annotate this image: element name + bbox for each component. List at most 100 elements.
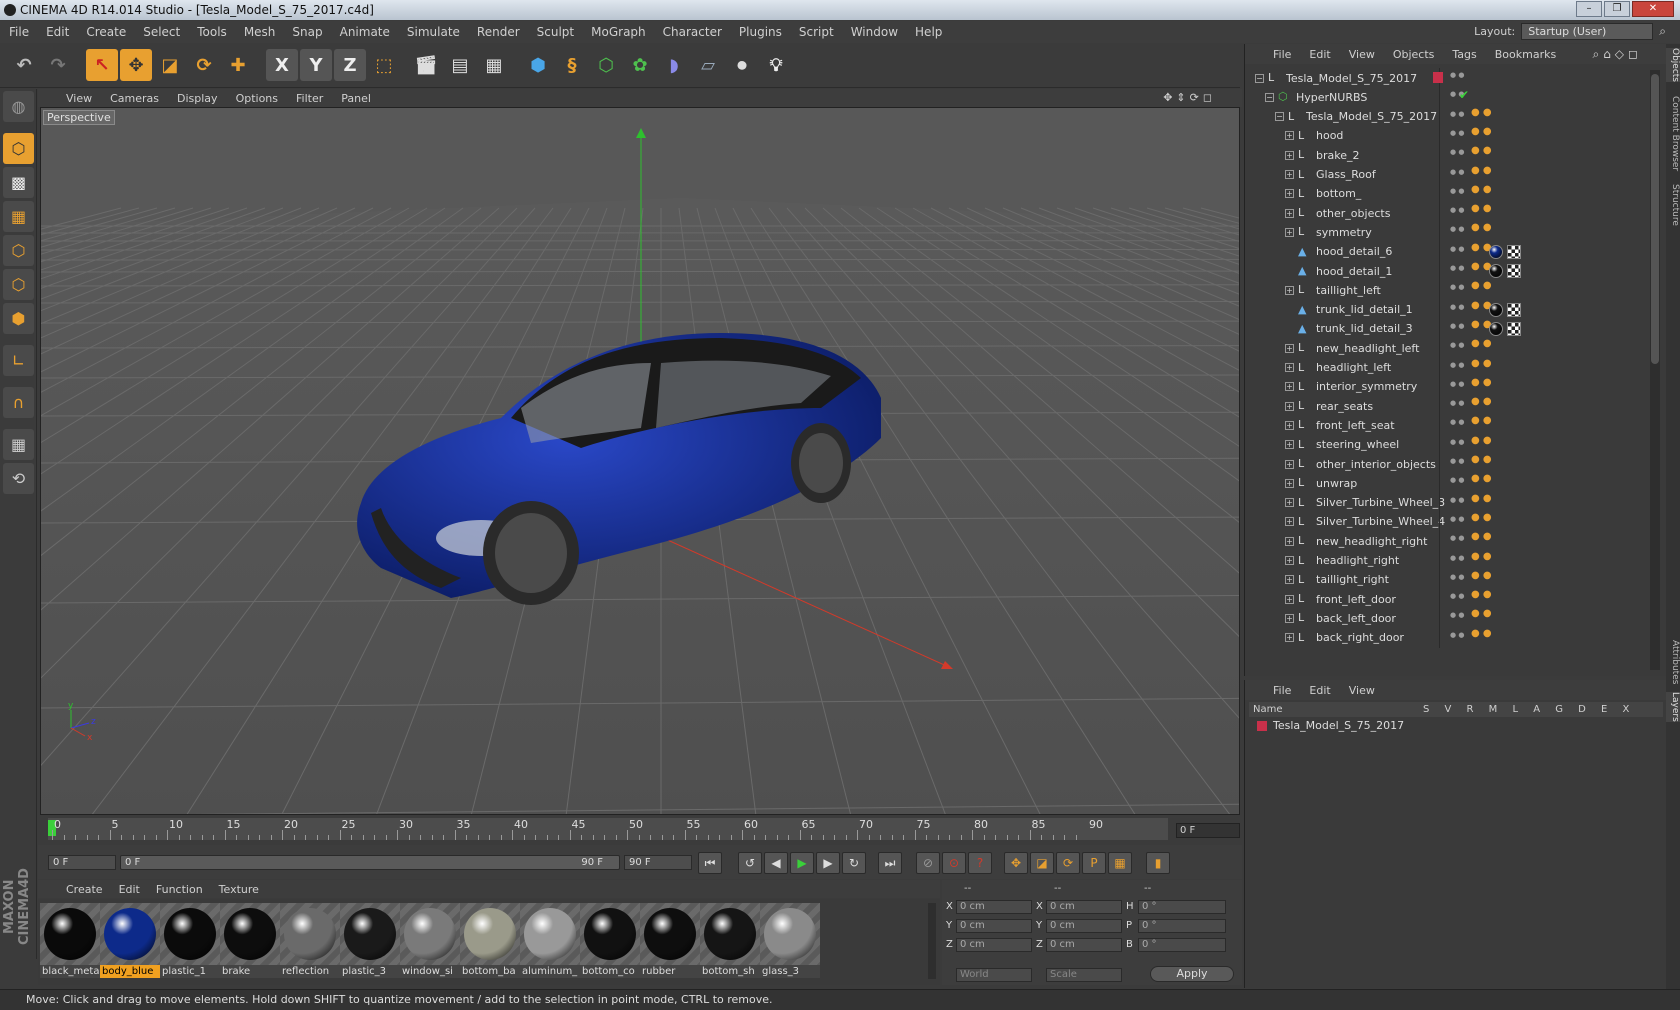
key-rotation-icon[interactable]: ⟳ (1056, 852, 1080, 874)
menu-tools[interactable]: Tools (197, 25, 227, 39)
next-frame-icon[interactable]: ▶ (816, 852, 840, 874)
object-row[interactable]: ▲ hood_detail_1 ● ● ● ● (1245, 261, 1651, 281)
uvw-tag-icon[interactable] (1507, 321, 1521, 336)
visibility-dots-icon[interactable]: ● ● (1450, 322, 1464, 329)
material-body_blue[interactable]: body_blue (100, 903, 160, 979)
object-row[interactable]: + Lfront_left_door ● ● ● ● (1245, 589, 1651, 610)
render-picture-viewer-icon[interactable]: ▤ (444, 49, 476, 81)
material-bottom_ba[interactable]: bottom_ba (460, 903, 520, 979)
expand-icon[interactable]: + (1285, 459, 1294, 469)
menu-mesh[interactable]: Mesh (244, 25, 276, 39)
object-row[interactable]: + Lother_interior_objects ● ● ● ● (1245, 454, 1651, 474)
expand-icon[interactable]: − (1255, 73, 1264, 83)
phong-tag-icon[interactable]: ● ● (1471, 126, 1492, 136)
rotate-icon[interactable]: ⟳ (188, 49, 220, 81)
visibility-dots-icon[interactable]: ● ● (1450, 477, 1464, 484)
visibility-dots-icon[interactable]: ● ● (1450, 554, 1464, 561)
expand-icon[interactable]: + (1285, 575, 1294, 585)
material-bottom_sh[interactable]: bottom_sh (700, 903, 760, 979)
visibility-dots-icon[interactable]: ● ● (1450, 573, 1464, 580)
visibility-dots-icon[interactable]: ● ● (1450, 438, 1464, 445)
material-menu-edit[interactable]: Edit (119, 883, 140, 896)
menu-animate[interactable]: Animate (340, 25, 390, 39)
object-menu-objects[interactable]: Objects (1393, 48, 1435, 61)
phong-tag-icon[interactable]: ● ● (1471, 146, 1492, 156)
menu-character[interactable]: Character (663, 25, 722, 39)
phong-tag-icon[interactable]: ● ● (1471, 570, 1492, 580)
object-row[interactable]: + Lheadlight_right ● ● ● ● (1245, 550, 1651, 571)
expand-icon[interactable]: + (1285, 131, 1294, 141)
object-row[interactable]: + Lfront_left_seat ● ● ● ● (1245, 415, 1651, 436)
phong-tag-icon[interactable]: ● ● (1471, 397, 1492, 407)
material-reflection[interactable]: reflection (280, 903, 340, 979)
visibility-dots-icon[interactable]: ● ● (1450, 149, 1464, 156)
object-row[interactable]: + Ltaillight_left ● ● ● ● (1245, 280, 1651, 301)
object-menu-bookmarks[interactable]: Bookmarks (1495, 48, 1556, 61)
phong-tag-icon[interactable]: ● ● (1471, 512, 1492, 522)
perspective-viewport[interactable]: y z x Perspective (40, 107, 1240, 815)
object-row[interactable]: − ⬡ HyperNURBS ● ● ✔ (1245, 87, 1651, 108)
coords-value-field[interactable]: 0 ° (1138, 919, 1226, 933)
layer-menu-view[interactable]: View (1349, 684, 1375, 697)
workplane-icon[interactable]: ▦ (3, 201, 34, 232)
coords-value-field[interactable]: 0 cm (956, 900, 1032, 914)
planar-workplane-icon[interactable]: ⟲ (3, 463, 34, 494)
camera-icon[interactable]: ⏺ (726, 49, 758, 81)
scale-icon[interactable]: ◪ (154, 49, 186, 81)
menu-script[interactable]: Script (799, 25, 834, 39)
object-menu-edit[interactable]: Edit (1309, 48, 1330, 61)
visibility-dots-icon[interactable]: ● ● (1450, 187, 1464, 194)
material-black_meta[interactable]: black_meta (40, 903, 100, 979)
viewport-menu-options[interactable]: Options (236, 92, 278, 105)
side-tab-attributes[interactable]: Attributes (1666, 640, 1680, 684)
expand-icon[interactable]: + (1285, 594, 1294, 604)
frame-range-slider[interactable]: 0 F 90 F (120, 855, 620, 870)
material-window_si[interactable]: window_si (400, 903, 460, 979)
phong-tag-icon[interactable]: ● ● (1471, 551, 1492, 561)
expand-icon[interactable]: + (1285, 227, 1294, 237)
light-icon[interactable]: 💡︎ (760, 49, 792, 81)
object-menu-tags[interactable]: Tags (1452, 48, 1476, 61)
visibility-dots-icon[interactable]: ● ● (1450, 535, 1464, 542)
coordinate-system-icon[interactable]: ⬚ (368, 49, 400, 81)
y-axis-lock-button[interactable]: Y (300, 49, 332, 81)
array-icon[interactable]: ✿ (624, 49, 656, 81)
visibility-dots-icon[interactable]: ● ● (1450, 342, 1464, 349)
coords-value-field[interactable]: 0 ° (1138, 900, 1226, 914)
visibility-dots-icon[interactable]: ● ● (1450, 284, 1464, 291)
material-tag-icon[interactable] (1489, 244, 1503, 259)
timeline-ruler[interactable]: 0 5 10 15 20 25 30 35 40 45 50 55 60 65 70 75 80 85 90 (48, 818, 1168, 840)
phong-tag-icon[interactable]: ● ● (1471, 590, 1492, 600)
side-tab-objects[interactable]: Objects (1666, 48, 1680, 83)
x-axis-lock-button[interactable]: X (266, 49, 298, 81)
material-brake[interactable]: brake (220, 903, 280, 979)
menu-create[interactable]: Create (86, 25, 126, 39)
expand-icon[interactable]: + (1285, 420, 1294, 430)
expand-icon[interactable]: + (1285, 478, 1294, 488)
autokey-icon[interactable]: ⊙ (942, 852, 966, 874)
expand-icon[interactable]: + (1285, 536, 1294, 546)
expand-icon[interactable]: + (1285, 208, 1294, 218)
uvw-tag-icon[interactable] (1507, 264, 1521, 278)
previous-frame-icon[interactable]: ◀ (764, 852, 788, 874)
layer-menu-edit[interactable]: Edit (1309, 684, 1330, 697)
texture-mode-icon[interactable]: ▩ (3, 167, 34, 198)
phong-tag-icon[interactable]: ● ● (1471, 493, 1492, 503)
object-row[interactable]: + Lnew_headlight_left ● ● ● ● (1245, 338, 1651, 359)
object-row[interactable]: + L Glass_Roof ● ● ● ● (1245, 164, 1651, 185)
viewport-nav-icons[interactable]: ✥⇕⟳◻ (1163, 91, 1216, 104)
visibility-dots-icon[interactable]: ● ● (1450, 168, 1464, 175)
visibility-dots-icon[interactable]: ● ● (1450, 458, 1464, 465)
layer-menu-file[interactable]: File (1273, 684, 1291, 697)
visibility-dots-icon[interactable]: ● ● (1450, 303, 1464, 310)
coords-scale-dropdown[interactable]: Scale (1046, 968, 1122, 982)
object-row[interactable]: + Lheadlight_left ● ● ● ● (1245, 357, 1651, 378)
phong-tag-icon[interactable]: ● ● (1471, 165, 1492, 175)
polygons-mode-icon[interactable]: ⬢ (3, 303, 34, 334)
menu-snap[interactable]: Snap (292, 25, 322, 39)
next-key-icon[interactable]: ↻ (842, 852, 866, 874)
object-row[interactable]: + Lhood ● ● ● ● (1245, 125, 1651, 146)
material-bottom_co[interactable]: bottom_co (580, 903, 640, 979)
expand-icon[interactable]: − (1265, 92, 1274, 102)
go-to-start-icon[interactable]: ⏮ (698, 852, 722, 874)
